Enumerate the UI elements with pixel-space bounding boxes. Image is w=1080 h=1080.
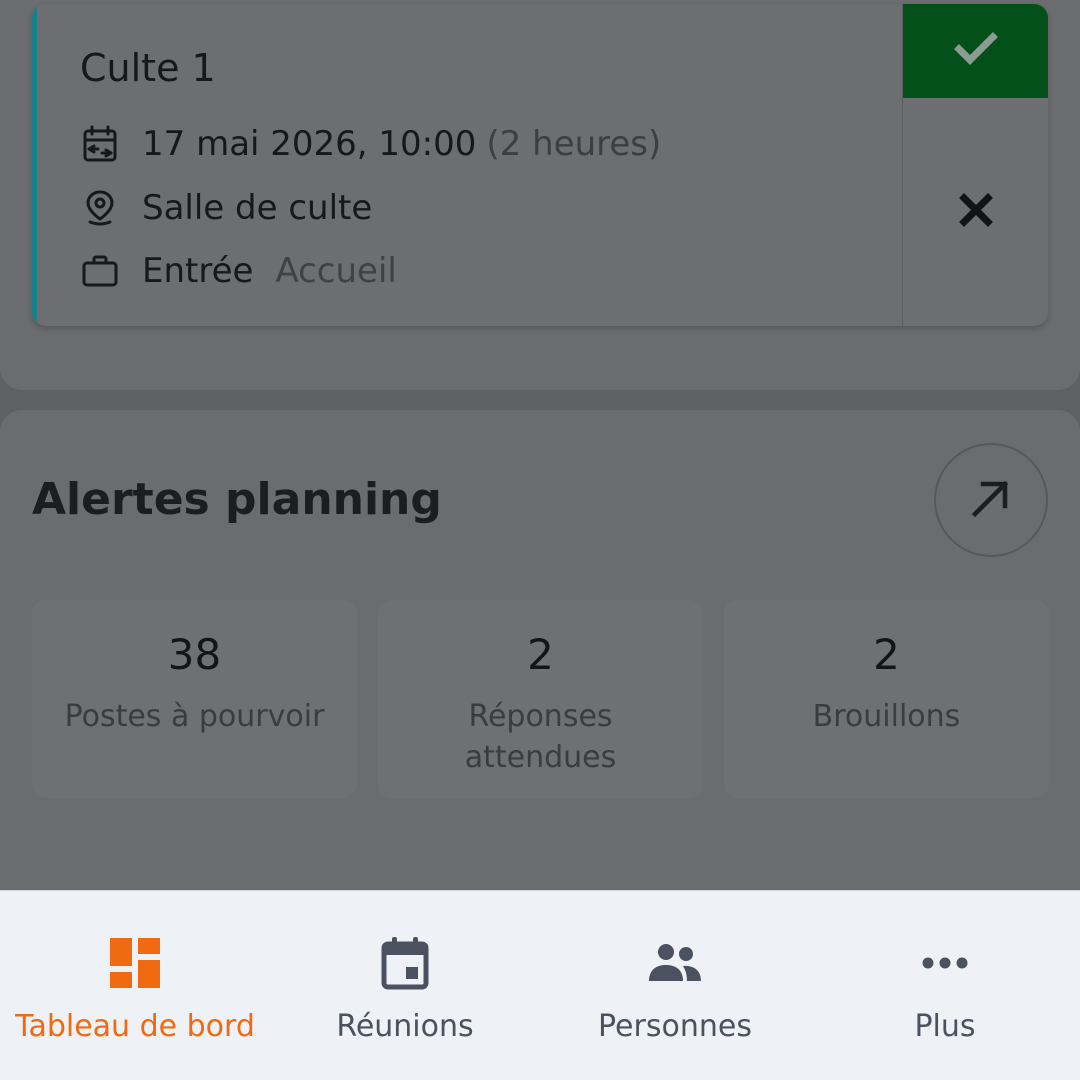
nav-item-people[interactable]: Personnes [540,891,810,1080]
event-actions [902,4,1048,326]
stat-card-open-positions[interactable]: 38 Postes à pourvoir [32,600,357,798]
nav-item-meetings[interactable]: Réunions [270,891,540,1080]
event-role-row: Entrée Accueil [80,249,397,293]
stat-value: 2 [527,630,554,679]
bottom-navigation: Tableau de bord Réunions Personnes Plus [0,890,1080,1080]
nav-item-dashboard[interactable]: Tableau de bord [0,891,270,1080]
alerts-open-button[interactable] [934,443,1048,557]
people-icon [647,935,703,991]
event-date: 17 mai 2026, 10:00 [142,124,477,164]
stat-label: Postes à pourvoir [64,699,325,734]
calendar-icon [377,935,433,991]
check-icon [954,32,998,70]
close-icon [959,193,993,231]
event-date-row: 17 mai 2026, 10:00 (2 heures) [80,122,661,166]
arrow-up-right-icon [969,476,1013,524]
briefcase-icon [80,251,120,291]
alerts-title: Alertes planning [32,474,442,525]
stat-card-pending-responses[interactable]: 2 Réponses attendues [378,600,703,798]
nav-item-more[interactable]: Plus [810,891,1080,1080]
stat-label: Réponses attendues [464,699,617,775]
alerts-section: Alertes planning 38 Postes à pourvoir 2 … [0,410,1080,890]
calendar-icon [80,124,120,164]
stat-value: 38 [167,630,222,679]
stat-value: 2 [873,630,900,679]
nav-label: Tableau de bord [15,1009,255,1044]
event-team: Accueil [275,251,397,291]
stat-card-drafts[interactable]: 2 Brouillons [724,600,1049,798]
event-title: Culte 1 [80,46,216,90]
stat-label: Brouillons [812,699,961,734]
nav-label: Réunions [336,1009,474,1044]
accept-button[interactable] [903,4,1048,98]
event-card[interactable]: Culte 1 17 mai 2026, 10:00 (2 heures) Sa… [32,4,1048,326]
more-icon [917,935,973,991]
location-pin-icon [80,188,120,228]
event-duration: (2 heures) [486,124,662,164]
nav-label: Personnes [598,1009,752,1044]
event-accent-bar [32,4,37,326]
event-role: Entrée [142,251,254,291]
event-place-row: Salle de culte [80,186,372,230]
nav-label: Plus [914,1009,976,1044]
event-place: Salle de culte [142,188,373,228]
dashboard-icon [107,935,163,991]
decline-button[interactable] [903,98,1048,326]
